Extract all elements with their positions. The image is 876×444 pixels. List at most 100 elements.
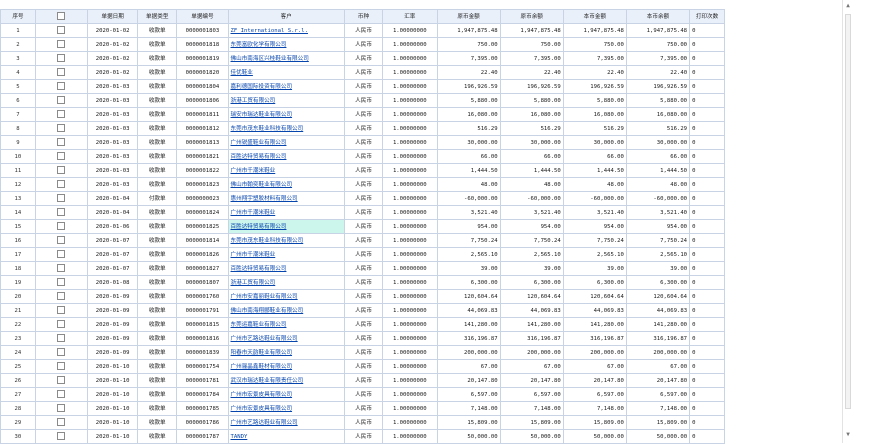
row-checkbox[interactable]	[57, 96, 66, 104]
row-checkbox[interactable]	[57, 208, 66, 216]
table-row[interactable]: 4 2020-01-02 收款单 0000001820 佳优鞋业 人民币 1.0000000…	[0, 65, 725, 80]
table-row[interactable]: 29 2020-01-10 收款单 0000001786 广州市艺路达鞋业有限公司 人民币…	[0, 415, 725, 430]
row-checkbox-cell[interactable]	[34, 373, 89, 388]
row-checkbox-cell[interactable]	[34, 37, 89, 52]
row-checkbox[interactable]	[57, 278, 66, 286]
row-checkbox[interactable]	[57, 362, 66, 370]
row-customer[interactable]: 广州市安嘉丽鞋业有限公司	[227, 289, 345, 304]
table-row[interactable]: 9 2020-01-03 收款单 0000001813 广州锐盛鞋业有限公司 人民币 1.0…	[0, 135, 725, 150]
row-checkbox-cell[interactable]	[34, 79, 89, 94]
table-row[interactable]: 20 2020-01-09 收款单 0000001760 广州市安嘉丽鞋业有限公司 人民币…	[0, 289, 725, 304]
row-checkbox-cell[interactable]	[34, 303, 89, 318]
row-customer[interactable]: 阳春市天韵鞋业有限公司	[227, 345, 345, 360]
table-row[interactable]: 16 2020-01-07 收款单 0000001814 东莞市茂东鞋业科技有限公司 人民…	[0, 233, 725, 248]
row-customer[interactable]: 广州市千潮米鞋业	[227, 247, 345, 262]
row-checkbox[interactable]	[57, 390, 66, 398]
row-customer[interactable]: 广州市宏景皮具有限公司	[227, 387, 345, 402]
row-checkbox-cell[interactable]	[34, 51, 89, 66]
row-checkbox[interactable]	[57, 222, 66, 230]
row-checkbox[interactable]	[57, 432, 66, 440]
row-checkbox-cell[interactable]	[34, 275, 89, 290]
table-row[interactable]: 27 2020-01-10 收款单 0000001784 广州市宏景皮具有限公司 人民币 1…	[0, 387, 725, 402]
row-checkbox[interactable]	[57, 26, 66, 34]
row-customer[interactable]: 嘉利德国际投资有限公司	[227, 79, 345, 94]
table-row[interactable]: 6 2020-01-03 收款单 0000001806 浙港工贸有限公司 人民币 1.000…	[0, 93, 725, 108]
row-checkbox-cell[interactable]	[34, 65, 89, 80]
row-customer[interactable]: 浙港工贸有限公司	[227, 93, 345, 108]
row-checkbox[interactable]	[57, 124, 66, 132]
row-checkbox-cell[interactable]	[34, 387, 89, 402]
row-checkbox-cell[interactable]	[34, 205, 89, 220]
col-print-count-header[interactable]: 打印次数	[689, 9, 725, 24]
table-row[interactable]: 14 2020-01-04 收款单 0000001824 广州市千潮米鞋业 人民币 1.00…	[0, 205, 725, 220]
vertical-scrollbar[interactable]: ▲ ▼	[842, 0, 853, 443]
col-type-header[interactable]: 单据类型	[137, 9, 178, 24]
scroll-up-icon[interactable]: ▲	[844, 2, 852, 10]
row-checkbox[interactable]	[57, 404, 66, 412]
row-checkbox-cell[interactable]	[34, 331, 89, 346]
row-checkbox-cell[interactable]	[34, 163, 89, 178]
row-customer[interactable]: 东莞富欧化学有限公司	[227, 37, 345, 52]
row-checkbox-cell[interactable]	[34, 149, 89, 164]
table-row[interactable]: 26 2020-01-10 收款单 0000001781 武汉市瑞达鞋业有限责任公司 人民…	[0, 373, 725, 388]
row-customer[interactable]: 广州市宏景皮具有限公司	[227, 401, 345, 416]
row-checkbox[interactable]	[57, 138, 66, 146]
row-checkbox[interactable]	[57, 376, 66, 384]
col-select-all-header[interactable]	[34, 9, 89, 24]
table-row[interactable]: 8 2020-01-03 收款单 0000001812 东莞市茂东鞋业科技有限公司 人民币…	[0, 121, 725, 136]
row-customer[interactable]: 百胜达特贸易有限公司	[227, 149, 345, 164]
row-checkbox[interactable]	[57, 292, 66, 300]
row-checkbox[interactable]	[57, 40, 66, 48]
row-checkbox[interactable]	[57, 82, 66, 90]
row-checkbox[interactable]	[57, 236, 66, 244]
table-row[interactable]: 10 2020-01-03 收款单 0000001821 百胜达特贸易有限公司 人民币 1.…	[0, 149, 725, 164]
row-customer[interactable]: TANDY	[227, 429, 345, 444]
row-checkbox-cell[interactable]	[34, 121, 89, 136]
row-customer[interactable]: 广州锐盛鞋业有限公司	[227, 135, 345, 150]
row-customer[interactable]: 东莞市茂东鞋业科技有限公司	[227, 233, 345, 248]
row-customer[interactable]: 佛山市南海区兴桂鞋业有限公司	[227, 51, 345, 66]
row-checkbox-cell[interactable]	[34, 177, 89, 192]
col-rate-header[interactable]: 汇率	[382, 9, 438, 24]
table-row[interactable]: 12 2020-01-03 收款单 0000001823 佛山市翰奕鞋业有限公司 人民币 1…	[0, 177, 725, 192]
table-row[interactable]: 5 2020-01-03 收款单 0000001804 嘉利德国际投资有限公司 人民币 1.…	[0, 79, 725, 94]
row-customer[interactable]: 佛山市翰奕鞋业有限公司	[227, 177, 345, 192]
row-customer[interactable]: 广州市千潮米鞋业	[227, 205, 345, 220]
row-checkbox[interactable]	[57, 320, 66, 328]
table-row[interactable]: 11 2020-01-03 收款单 0000001822 广州市千潮米鞋业 人民币 1.00…	[0, 163, 725, 178]
row-customer[interactable]: 东莞运嘉鞋业有限公司	[227, 317, 345, 332]
col-date-header[interactable]: 单据日期	[87, 9, 139, 24]
table-row[interactable]: 3 2020-01-02 收款单 0000001819 佛山市南海区兴桂鞋业有限公司 人民…	[0, 51, 725, 66]
row-checkbox-cell[interactable]	[34, 261, 89, 276]
col-customer-header[interactable]: 客户	[227, 9, 345, 24]
row-checkbox-cell[interactable]	[34, 107, 89, 122]
row-checkbox[interactable]	[57, 250, 66, 258]
row-customer[interactable]: 广州市千潮米鞋业	[227, 163, 345, 178]
row-customer[interactable]: 瑞安市瑞达鞋业有限公司	[227, 107, 345, 122]
row-checkbox-cell[interactable]	[34, 233, 89, 248]
row-customer[interactable]: 百胜达特贸易有限公司	[227, 219, 345, 234]
table-row[interactable]: 17 2020-01-07 收款单 0000001826 广州市千潮米鞋业 人民币 1.00…	[0, 247, 725, 262]
row-checkbox[interactable]	[57, 68, 66, 76]
row-checkbox-cell[interactable]	[34, 317, 89, 332]
col-seq-header[interactable]: 序号	[0, 9, 36, 24]
row-customer[interactable]: 佳优鞋业	[227, 65, 345, 80]
table-row[interactable]: 7 2020-01-03 收款单 0000001811 瑞安市瑞达鞋业有限公司 人民币 1.…	[0, 107, 725, 122]
table-row[interactable]: 22 2020-01-09 收款单 0000001815 东莞运嘉鞋业有限公司 人民币 1.…	[0, 317, 725, 332]
row-customer[interactable]: 广州市艺路达鞋业有限公司	[227, 331, 345, 346]
row-checkbox-cell[interactable]	[34, 247, 89, 262]
row-checkbox[interactable]	[57, 110, 66, 118]
row-customer[interactable]: 武汉市瑞达鞋业有限责任公司	[227, 373, 345, 388]
row-checkbox[interactable]	[57, 264, 66, 272]
row-customer[interactable]: 惠州翔宇塑胶材料有限公司	[227, 191, 345, 206]
select-all-checkbox[interactable]	[57, 12, 66, 20]
row-checkbox-cell[interactable]	[34, 429, 89, 444]
col-currency-header[interactable]: 币种	[343, 9, 384, 24]
col-orig-amount-header[interactable]: 原币金额	[436, 9, 501, 24]
row-checkbox-cell[interactable]	[34, 289, 89, 304]
col-orig-balance-header[interactable]: 原币余额	[499, 9, 564, 24]
row-customer[interactable]: 东莞市茂东鞋业科技有限公司	[227, 121, 345, 136]
row-customer[interactable]: 广州骊晶鑫鞋材有限公司	[227, 359, 345, 374]
table-row[interactable]: 15 2020-01-06 收款单 0000001825 百胜达特贸易有限公司 人民币 1.…	[0, 219, 725, 234]
col-local-balance-header[interactable]: 本币余额	[625, 9, 691, 24]
